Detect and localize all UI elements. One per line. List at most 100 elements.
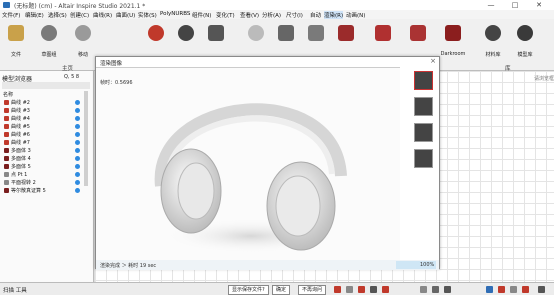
visibility-toggle[interactable] (75, 140, 80, 145)
settings-icon[interactable] (538, 286, 545, 293)
visibility-toggle[interactable] (75, 156, 80, 161)
curve-icon (4, 140, 9, 145)
menu-bar: 文件(F) 编辑(E) 选择(S) 创建(C) 曲线(R) 曲面(U) 实体(S… (0, 10, 554, 19)
panel-scrollbar[interactable] (84, 91, 88, 186)
material-library-tool[interactable]: 材料库 (480, 23, 506, 59)
menu-animation[interactable]: 动画(N) (346, 11, 365, 19)
shape-tool[interactable] (203, 23, 229, 59)
model-library-icon (517, 25, 533, 41)
menu-render[interactable]: 渲染(R) (324, 11, 344, 19)
render-tool[interactable] (333, 23, 359, 59)
minimize-button[interactable]: — (482, 0, 500, 10)
menu-polynurbs[interactable]: PolyNURBS (160, 11, 190, 17)
environment-icon (308, 25, 324, 41)
tree-item[interactable]: 等尔散真证算 5 (4, 187, 46, 194)
render-thumbnail[interactable] (414, 97, 433, 116)
units-icon[interactable] (522, 286, 529, 293)
menu-view[interactable]: 查看(V) (240, 11, 259, 19)
tree-item[interactable]: 多面体 5 (4, 163, 31, 170)
close-button[interactable]: ✕ (530, 0, 548, 10)
tree-item[interactable]: 曲线 #2 (4, 99, 30, 106)
polyhedron-icon (4, 148, 9, 153)
tree-item[interactable]: 多面体 4 (4, 155, 31, 162)
visibility-toggle[interactable] (75, 124, 80, 129)
display-icon[interactable] (444, 286, 451, 293)
model-library-tool[interactable]: 模型库 (512, 23, 538, 59)
visibility-toggle[interactable] (75, 132, 80, 137)
filter-icon[interactable] (498, 286, 505, 293)
sphere-icon (148, 25, 164, 41)
menu-create[interactable]: 创建(C) (70, 11, 89, 19)
material-tool[interactable] (173, 23, 199, 59)
shading-icon[interactable] (382, 286, 389, 293)
visibility-toggle[interactable] (75, 188, 80, 193)
visibility-toggle[interactable] (75, 148, 80, 153)
tree-item[interactable]: 曲线 #3 (4, 107, 30, 114)
menu-solid[interactable]: 实体(S) (138, 11, 157, 19)
menu-select[interactable]: 选择(S) (48, 11, 67, 19)
file-tool[interactable]: 文件 (3, 23, 29, 59)
model-browser-panel: 模型浏览器 Q, 5 8 名称 曲线 #2 曲线 #3 曲线 #4 曲线 #5 … (0, 71, 94, 282)
move-tool-label: 移动 (77, 52, 88, 58)
ok-button[interactable]: 确定 (272, 285, 291, 295)
status-left-label: 扫描 工具 (3, 288, 27, 294)
grid-icon[interactable] (346, 286, 353, 293)
light-icon[interactable] (432, 286, 439, 293)
curve-icon (4, 100, 9, 105)
render-image-dialog: 渲染图像 × 帧时：0.5696 渲染完成 ＞ 耗时 19 sec 100% (95, 56, 440, 270)
sphere-tool[interactable] (143, 23, 169, 59)
panel-search[interactable]: Q, 5 8 (64, 74, 79, 80)
tree-item[interactable]: 曲线 #7 (4, 139, 30, 146)
render-canvas[interactable]: 帧时：0.5696 (96, 67, 400, 260)
light-tool[interactable] (243, 23, 269, 59)
menu-auto[interactable]: 自动 (310, 11, 321, 19)
visibility-toggle[interactable] (75, 116, 80, 121)
menu-dimension[interactable]: 尺寸(I) (286, 11, 303, 19)
menu-curve[interactable]: 曲线(R) (93, 11, 112, 19)
save-file-prompt-button[interactable]: 显示保存文件? (228, 285, 269, 295)
output-tool[interactable] (405, 23, 431, 59)
visibility-toggle[interactable] (75, 180, 80, 185)
dont-ask-button[interactable]: 不再询问 (298, 285, 327, 295)
menu-surface[interactable]: 曲面(U) (116, 11, 135, 19)
tree-item[interactable]: 曲线 #4 (4, 115, 30, 122)
menu-edit[interactable]: 编辑(E) (25, 11, 44, 19)
curve-icon (4, 116, 9, 121)
sketch-group-label: 草图组 (41, 52, 57, 58)
visibility-toggle[interactable] (75, 172, 80, 177)
tree-item[interactable]: 曲线 #5 (4, 123, 30, 130)
maximize-button[interactable]: □ (506, 0, 524, 10)
selection-mode-icon[interactable] (486, 286, 493, 293)
move-tool[interactable]: 移动 (70, 23, 96, 59)
tree-item[interactable]: 曲线 #6 (4, 131, 30, 138)
camera-icon[interactable] (420, 286, 427, 293)
menu-component[interactable]: 组件(N) (192, 11, 211, 19)
sketch-group-tool[interactable]: 草图组 (36, 23, 62, 59)
visibility-toggle[interactable] (75, 108, 80, 113)
darkroom-tool[interactable]: Darkroom (440, 23, 466, 59)
material-library-label: 材料库 (485, 52, 501, 58)
menu-analysis[interactable]: 分析(A) (262, 11, 281, 19)
render-thumbnail[interactable] (414, 149, 433, 168)
render-status-row: 渲染完成 ＞ 耗时 19 sec 100% (96, 260, 439, 270)
visibility-toggle[interactable] (75, 164, 80, 169)
image-tool[interactable] (370, 23, 396, 59)
camera-tool[interactable] (273, 23, 299, 59)
menu-transform[interactable]: 变化(T) (216, 11, 235, 19)
environment-tool[interactable] (303, 23, 329, 59)
menu-file[interactable]: 文件(F) (2, 11, 20, 19)
render-thumbnail[interactable] (414, 123, 433, 142)
tree-item[interactable]: 平面视转 2 (4, 179, 36, 186)
file-tool-label: 文件 (10, 52, 21, 58)
axis-icon[interactable] (358, 286, 365, 293)
snap-icon[interactable] (334, 286, 341, 293)
view-icon[interactable] (370, 286, 377, 293)
tree-item[interactable]: 点 Pt 1 (4, 171, 27, 178)
title-bar: (无标题) (cm) - Altair Inspire Studio 2021.… (0, 0, 554, 10)
dialog-close-icon[interactable]: × (430, 57, 436, 65)
layer-icon[interactable] (510, 286, 517, 293)
darkroom-icon (445, 25, 461, 41)
visibility-toggle[interactable] (75, 100, 80, 105)
render-thumbnail[interactable] (414, 71, 433, 90)
tree-item[interactable]: 多面体 3 (4, 147, 31, 154)
